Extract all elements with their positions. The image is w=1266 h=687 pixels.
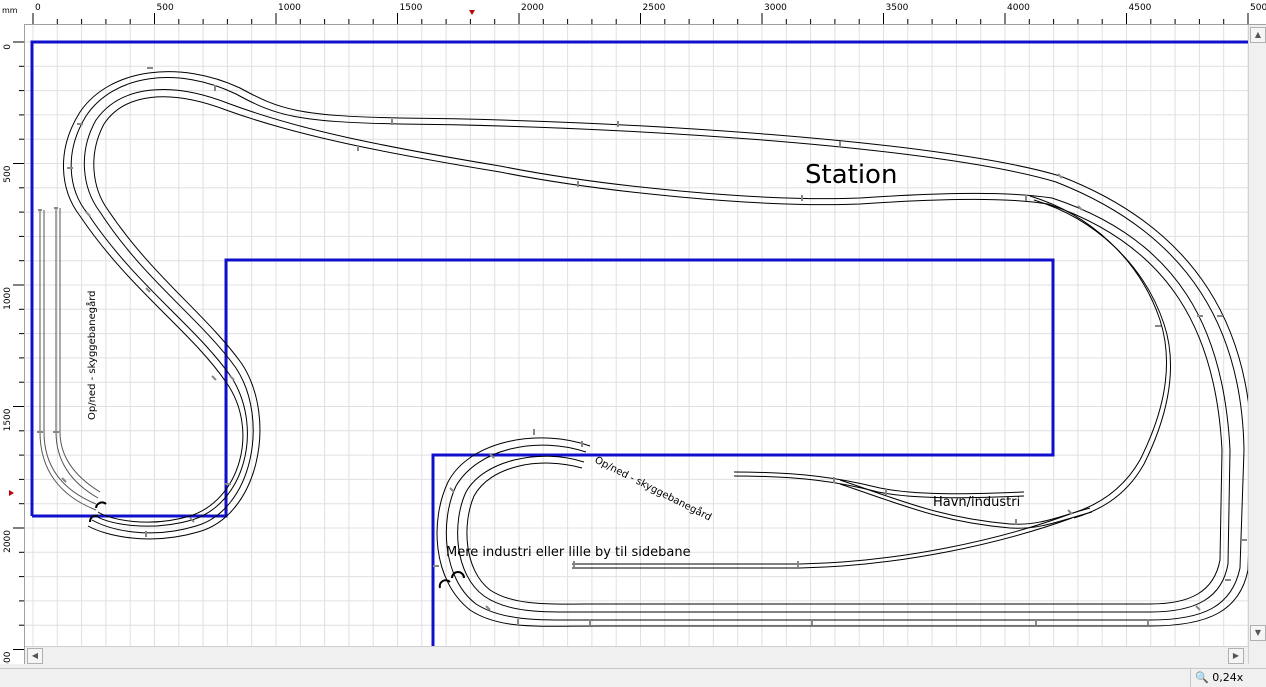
ruler-x-label: 4500 [1129, 3, 1152, 13]
track-joint [449, 487, 455, 493]
ruler-x-label: 4000 [1007, 3, 1030, 13]
ruler-x-label: 5000 [1250, 3, 1266, 13]
horizontal-ruler: mm 0 500 1000 1500 2000 2500 3000 3500 4000 4500 5… [0, 0, 1266, 25]
ruler-y-label: 2500 [3, 651, 13, 664]
ruler-y-label: 1000 [3, 287, 13, 310]
ruler-x-label: 3500 [886, 3, 909, 13]
ruler-y-label: 0 [3, 44, 13, 50]
label-more-industry[interactable]: Mere industri eller lille by til sideban… [446, 545, 691, 560]
track-main-inner[interactable] [83, 89, 1231, 613]
status-bar: 🔍 0,24x [0, 668, 1266, 687]
track-joint [1077, 205, 1083, 211]
ruler-x-label: 3000 [764, 3, 787, 13]
vertical-ruler-ticks: 0 500 1000 1500 2000 2500 [3, 41, 24, 664]
scroll-left-button[interactable]: ◀ [27, 648, 43, 664]
track-station-connection[interactable] [1029, 195, 1171, 519]
track-main-outer[interactable] [63, 71, 1248, 627]
ruler-x-label: 1500 [400, 3, 423, 13]
label-shadow-yard-left[interactable]: Op/ned - skyggebanegård [85, 290, 98, 420]
zoom-indicator[interactable]: 🔍 0,24x [1190, 669, 1266, 687]
horizontal-scrollbar[interactable]: ◀ ▶ [25, 646, 1248, 665]
ruler-y-label: 2000 [3, 530, 13, 553]
track-joint [229, 375, 235, 381]
ruler-y-label: 500 [3, 165, 13, 182]
track-joint [211, 375, 217, 381]
ruler-x-label: 2500 [643, 3, 666, 13]
label-station[interactable]: Station [805, 160, 897, 190]
magnifier-icon: 🔍 [1195, 671, 1209, 684]
ruler-x-label: 2000 [521, 3, 544, 13]
track-joint [1067, 509, 1073, 515]
vertical-scrollbar[interactable]: ▲ ▼ [1248, 25, 1266, 664]
track-harbor-branch[interactable] [733, 471, 1093, 529]
vertical-ruler: 0 500 1000 1500 2000 2500 [0, 24, 25, 664]
layout-canvas[interactable]: Station Op/ned - skyggebanegård Op/ned -… [25, 25, 1248, 664]
ruler-cursor-marker-v [9, 490, 14, 496]
ruler-x-label: 1000 [278, 3, 301, 13]
scroll-down-button[interactable]: ▼ [1250, 625, 1266, 641]
horizontal-ruler-ticks: 0 500 1000 1500 2000 2500 3000 3500 4000 4500 5000 [32, 3, 1266, 24]
scroll-right-button[interactable]: ▶ [1228, 648, 1244, 664]
label-shadow-yard-right[interactable]: Op/ned - skyggebanegård [593, 453, 714, 523]
zoom-level: 0,24x [1212, 671, 1244, 684]
scroll-up-button[interactable]: ▲ [1250, 27, 1266, 43]
ruler-y-label: 1500 [3, 408, 13, 431]
label-harbor[interactable]: Havn/industri [933, 495, 1020, 510]
track-joint [189, 517, 195, 523]
ruler-cursor-marker [469, 10, 475, 15]
track-joint [1057, 173, 1063, 179]
ruler-x-label: 500 [157, 3, 174, 13]
ruler-x-label: 0 [35, 3, 41, 13]
